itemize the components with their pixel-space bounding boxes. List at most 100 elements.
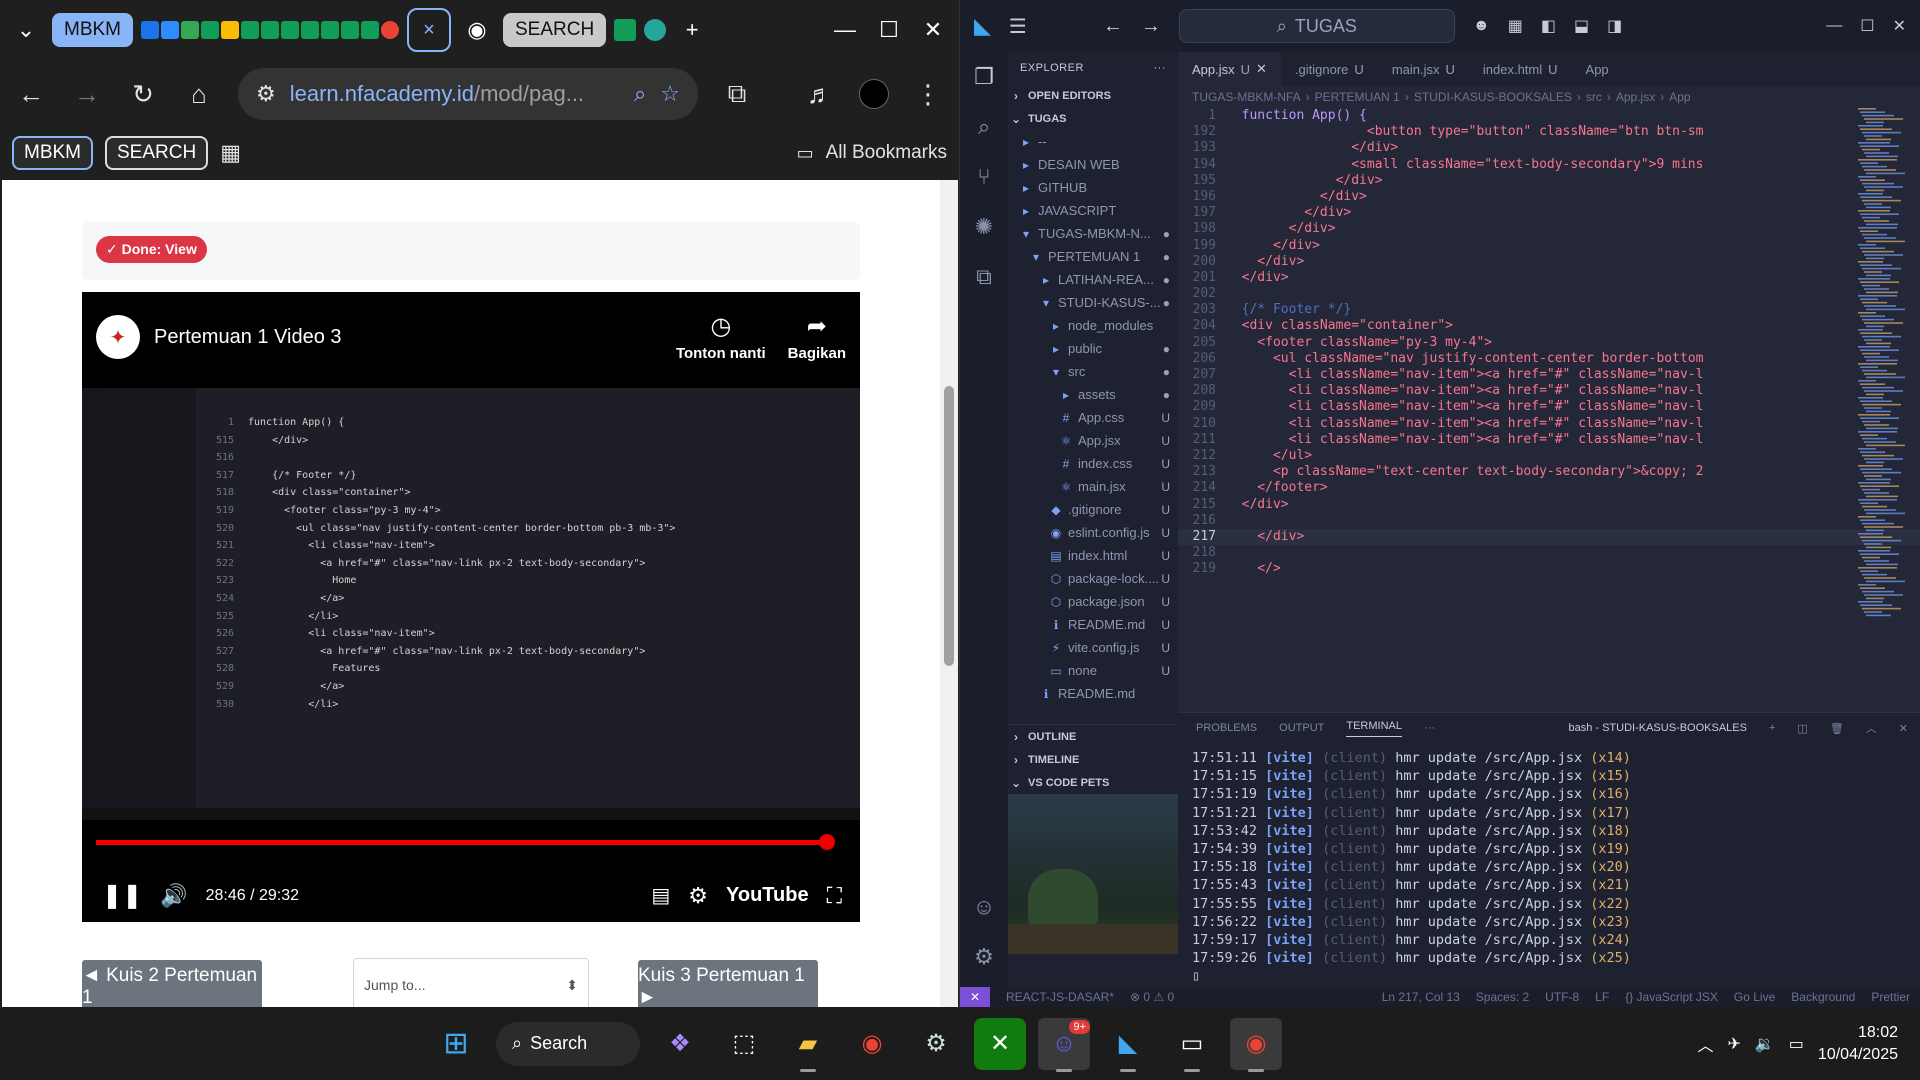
workspace-root[interactable]: ⌄ TUGAS (1008, 107, 1178, 130)
nav-forward-icon[interactable]: → (1141, 15, 1161, 38)
panel-tab[interactable]: TERMINAL (1346, 720, 1402, 737)
share-button[interactable]: ➦ Bagikan (788, 312, 846, 362)
hamburger-menu-icon[interactable]: ☰ (1009, 14, 1027, 39)
jump-to-select[interactable]: Jump to... ⬍ (353, 958, 589, 1007)
bookmark-search[interactable]: SEARCH (105, 136, 209, 170)
address-bar[interactable]: ⚙ learn.nfacademy.id/mod/pag... ⌕ ☆ (238, 68, 698, 120)
volume-tray-icon[interactable]: 🔉 (1755, 1034, 1775, 1054)
tree-item[interactable]: ⚡ vite.config.js U (1008, 636, 1178, 659)
terminal-name[interactable]: bash - STUDI-KASUS-BOOKSALES (1568, 722, 1747, 734)
pinned-favicons[interactable] (141, 21, 399, 39)
new-terminal-icon[interactable]: + (1769, 722, 1775, 734)
status-item[interactable]: {} JavaScript JSX (1625, 990, 1718, 1004)
github-icon[interactable]: ◉ (459, 17, 495, 43)
tab-favicon-teal[interactable] (644, 19, 667, 41)
tab-favicon-sheets[interactable] (614, 19, 637, 41)
captions-icon[interactable]: ▤ (651, 883, 670, 908)
nav-back-icon[interactable]: ← (1103, 15, 1123, 38)
terminal-output[interactable]: 17:51:11 [vite] (client) hmr update /src… (1178, 743, 1920, 992)
next-quiz-button[interactable]: Kuis 3 Pertemuan 1 ► (638, 960, 818, 1007)
bookmark-star-icon[interactable]: ☆ (660, 81, 680, 107)
chrome-app-icon[interactable]: ◉ (846, 1018, 898, 1070)
status-item[interactable]: Ln 217, Col 13 (1382, 990, 1460, 1004)
back-icon[interactable]: ← (14, 79, 48, 110)
editor-tab[interactable]: App.jsx U ✕ (1178, 52, 1281, 86)
volume-icon[interactable]: 🔊 (160, 883, 187, 909)
tree-item[interactable]: ◆ .gitignore U (1008, 498, 1178, 521)
toggle-secondary-icon[interactable]: ◨ (1607, 16, 1622, 36)
close-tab-icon[interactable]: × (423, 19, 435, 42)
tray-chevron-icon[interactable]: ︿ (1697, 1032, 1713, 1056)
toggle-panel-icon[interactable]: ⬓ (1574, 16, 1589, 36)
tree-item[interactable]: ▾ src ● (1008, 360, 1178, 383)
clock[interactable]: 18:02 10/04/2025 (1818, 1022, 1898, 1066)
status-item[interactable]: Go Live (1734, 990, 1775, 1004)
tree-item[interactable]: ⚛ main.jsx U (1008, 475, 1178, 498)
pets-section[interactable]: ⌄ VS CODE PETS (1008, 771, 1178, 794)
search-view-icon[interactable]: ⌕ (960, 102, 1008, 152)
timeline-section[interactable]: › TIMELINE (1008, 748, 1178, 771)
zoom-icon[interactable]: ⌕ (634, 81, 646, 107)
tree-item[interactable]: ▸ -- (1008, 130, 1178, 153)
tree-item[interactable]: ▭ none U (1008, 659, 1178, 682)
airplane-icon[interactable]: ✈ (1727, 1034, 1740, 1054)
maximize-icon[interactable]: ☐ (871, 17, 907, 43)
file-explorer-icon[interactable]: ▰ (782, 1018, 834, 1072)
xbox-icon[interactable]: ✕ (974, 1017, 1026, 1070)
tree-item[interactable]: ▾ STUDI-KASUS-... ● (1008, 291, 1178, 314)
all-bookmarks[interactable]: All Bookmarks (826, 142, 947, 164)
layout-icon[interactable]: ▦ (1508, 16, 1523, 36)
tab-group-mbkm[interactable]: MBKM (52, 13, 133, 47)
copilot-icon[interactable]: ☻ (1473, 17, 1490, 35)
command-center[interactable]: ⌕ TUGAS (1178, 9, 1455, 43)
window-close-icon[interactable]: ✕ (915, 17, 951, 43)
tree-item[interactable]: ▸ JAVASCRIPT (1008, 199, 1178, 222)
tree-item[interactable]: ◉ eslint.config.js U (1008, 521, 1178, 544)
discord-icon[interactable]: ☺ 9+ (1038, 1017, 1090, 1072)
tab-close-icon[interactable]: ✕ (1256, 61, 1267, 77)
breadcrumb-item[interactable]: STUDI-KASUS-BOOKSALES (1414, 90, 1572, 104)
fullscreen-icon[interactable]: ⛶ (827, 883, 842, 909)
video-title[interactable]: Pertemuan 1 Video 3 (154, 326, 654, 349)
terminal-app-icon[interactable]: ▭ (1166, 1018, 1218, 1072)
editor-tab[interactable]: index.html U (1469, 52, 1572, 86)
tab-search-icon[interactable]: ⌄ (8, 17, 44, 43)
tree-item[interactable]: ▾ TUGAS-MBKM-N... ● (1008, 222, 1178, 245)
vs-close-icon[interactable]: ✕ (1893, 16, 1906, 36)
status-item[interactable]: Spaces: 2 (1476, 990, 1529, 1004)
status-item[interactable]: Background (1791, 990, 1855, 1004)
status-item[interactable]: UTF-8 (1545, 990, 1579, 1004)
breadcrumb-item[interactable]: src (1586, 90, 1602, 104)
tree-item[interactable]: ▸ public ● (1008, 337, 1178, 360)
status-item[interactable]: LF (1595, 990, 1609, 1004)
copilot-app-icon[interactable]: ❖ (654, 1018, 706, 1070)
tree-item[interactable]: # index.css U (1008, 452, 1178, 475)
app-icon[interactable]: ⬚ (718, 1018, 770, 1070)
close-panel-icon[interactable]: ✕ (1899, 722, 1908, 735)
tree-item[interactable]: ▸ node_modules (1008, 314, 1178, 337)
vscode-app-icon[interactable]: ◣ (1102, 1018, 1154, 1072)
minimize-icon[interactable]: — (827, 17, 863, 43)
progress-bar[interactable] (96, 840, 828, 845)
pets-view[interactable] (1008, 794, 1178, 954)
channel-logo[interactable]: ✦ (96, 315, 140, 359)
breadcrumb-item[interactable]: PERTEMUAN 1 (1315, 90, 1400, 104)
tree-item[interactable]: ℹ README.md U (1008, 613, 1178, 636)
menu-icon[interactable]: ⋮ (911, 79, 945, 110)
explorer-more-icon[interactable]: ··· (1154, 62, 1167, 74)
editor-tab[interactable]: main.jsx U (1378, 52, 1469, 86)
youtube-logo[interactable]: YouTube (726, 884, 809, 907)
minimap[interactable] (1854, 108, 1910, 628)
steam-icon[interactable]: ⚙ (910, 1018, 962, 1070)
manage-gear-icon[interactable]: ⚙ (960, 932, 1008, 982)
breadcrumb-item[interactable]: App (1669, 90, 1690, 104)
home-icon[interactable]: ⌂ (182, 79, 216, 110)
settings-icon[interactable]: ⚙ (688, 883, 708, 909)
apps-grid-icon[interactable]: ▦ (220, 140, 241, 166)
extensions-icon[interactable]: ⧉ (720, 78, 754, 110)
tree-item[interactable]: ▸ LATIHAN-REA... ● (1008, 268, 1178, 291)
scrubber-handle[interactable] (819, 834, 836, 850)
media-icon[interactable]: ♬ (803, 79, 837, 110)
code-view[interactable]: 1 function App() {192 <button type="butt… (1178, 108, 1920, 577)
maximize-panel-icon[interactable]: ︿ (1866, 720, 1877, 736)
